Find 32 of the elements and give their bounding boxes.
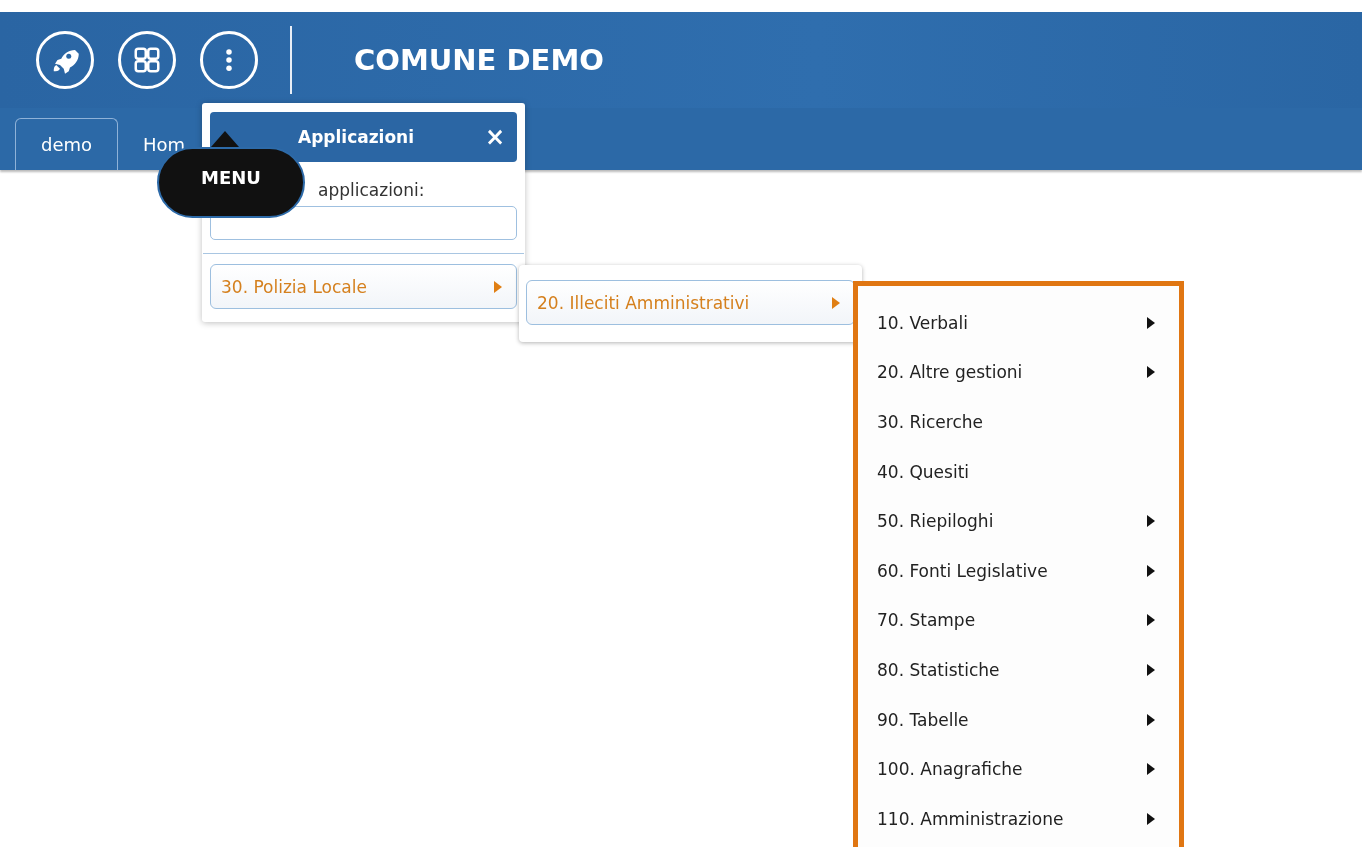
caret-icon <box>1147 763 1155 776</box>
panel-title: Applicazioni <box>298 127 415 147</box>
search-label: applicazioni: <box>318 180 426 200</box>
caret-icon <box>494 280 502 293</box>
menu-item[interactable]: 30. Ricerche <box>858 397 1179 447</box>
app-title: COMUNE DEMO <box>354 43 604 77</box>
menu-item[interactable]: 110. Amministrazione <box>858 793 1179 844</box>
menu-item[interactable]: 60. Fonti Legislative <box>858 545 1179 596</box>
menu-item[interactable]: 80. Statistiche <box>858 645 1179 695</box>
grid-icon[interactable] <box>118 31 176 89</box>
caret-icon <box>1147 713 1155 726</box>
caret-icon <box>1147 366 1155 379</box>
menu-item[interactable]: 100. Anagrafiche <box>858 744 1179 794</box>
menu-item[interactable]: 70. Stampe <box>858 595 1179 646</box>
caret-icon <box>1147 812 1155 825</box>
caret-icon <box>1147 515 1155 528</box>
caret-icon <box>1147 564 1155 577</box>
menu-item[interactable]: 20. Altre gestioni <box>858 347 1179 398</box>
menu-item[interactable]: 10. Verbali <box>858 298 1179 348</box>
menu-item[interactable]: 90. Tabelle <box>858 694 1179 745</box>
caret-icon <box>1147 614 1155 627</box>
caret-icon <box>1147 663 1155 676</box>
close-button[interactable]: × <box>484 123 505 151</box>
rocket-icon[interactable] <box>36 31 94 89</box>
caret-icon <box>832 296 840 309</box>
search-field[interactable] <box>210 206 517 240</box>
tab[interactable]: Hom <box>118 118 211 170</box>
more-vertical-icon[interactable] <box>200 31 258 89</box>
caret-icon <box>1147 316 1155 329</box>
tab[interactable]: demo <box>15 118 119 170</box>
menu-item[interactable]: 40. Quesiti <box>858 446 1179 497</box>
menu-item[interactable]: 50. Riepiloghi <box>858 496 1179 546</box>
